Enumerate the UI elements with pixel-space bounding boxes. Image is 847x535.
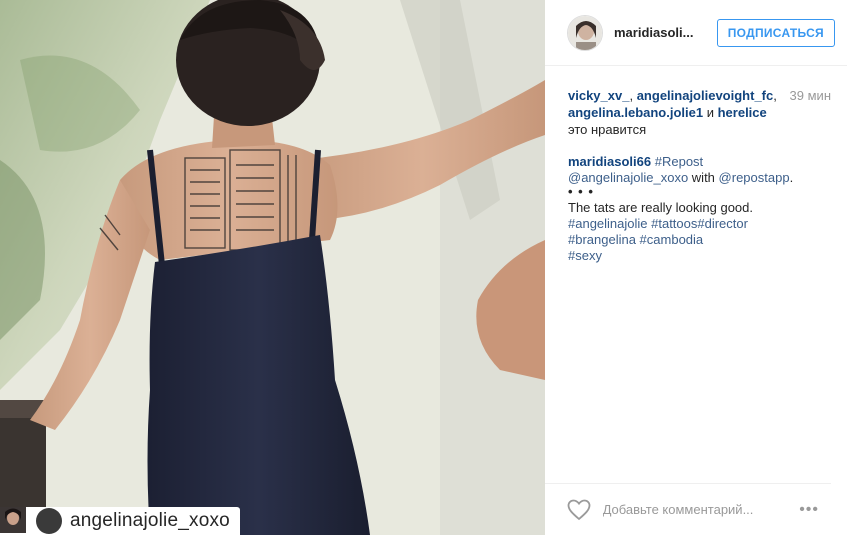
repost-source-username: angelinajolie_xoxo <box>70 510 230 531</box>
caption-text: The tats are really looking good. <box>568 200 753 215</box>
caption-dots: • • • <box>568 184 594 199</box>
hashtag-link[interactable]: #Repost <box>655 154 703 169</box>
likers-conjunction: и <box>706 105 714 120</box>
caption-text: with <box>691 170 715 185</box>
more-options-icon[interactable]: ••• <box>799 501 819 519</box>
post-header: maridiasoli... ПОДПИСАТЬСЯ <box>545 0 847 66</box>
post-side-panel: maridiasoli... ПОДПИСАТЬСЯ vicky_xv_, an… <box>545 0 847 535</box>
comment-input[interactable] <box>602 502 800 517</box>
liker-separator: , <box>629 88 634 103</box>
heart-icon[interactable] <box>567 498 593 522</box>
photo-illustration <box>0 0 545 535</box>
caption-author-link[interactable]: maridiasoli66 <box>568 154 651 169</box>
repost-source-avatar <box>0 507 62 534</box>
liker-separator: , <box>773 88 777 103</box>
liker-link[interactable]: vicky_xv_ <box>568 88 629 103</box>
liker-link[interactable]: angelina.lebano.jolie1 <box>568 105 703 120</box>
caption-line: maridiasoli66 #Repost <box>568 154 833 170</box>
hashtag-line[interactable]: #brangelina #cambodia <box>568 232 833 248</box>
liker-link[interactable]: angelinajolievoight_fc <box>637 88 774 103</box>
hashtag-line[interactable]: #sexy <box>568 248 833 264</box>
author-username[interactable]: maridiasoli... <box>614 25 706 40</box>
hashtag-line[interactable]: #angelinajolie #tattoos#director <box>568 216 833 232</box>
caption-line: @angelinajolie_xoxo with @repostapp. <box>568 170 833 186</box>
likes-section: vicky_xv_, angelinajolievoight_fc, angel… <box>545 66 847 138</box>
caption-text: . <box>789 170 794 185</box>
follow-button[interactable]: ПОДПИСАТЬСЯ <box>716 18 835 47</box>
mention-link[interactable]: @repostapp <box>719 170 790 185</box>
repost-credit-badge[interactable]: angelinajolie_xoxo <box>0 507 240 535</box>
post-photo[interactable]: angelinajolie_xoxo <box>0 0 545 535</box>
liker-link[interactable]: herelice <box>718 105 767 120</box>
author-avatar[interactable] <box>567 14 603 51</box>
likers-line: angelina.lebano.jolie1 и herelice <box>568 104 833 121</box>
comment-bar: ••• <box>545 483 831 535</box>
post-caption: maridiasoli66 #Repost @angelinajolie_xox… <box>545 138 847 264</box>
mention-link[interactable]: @angelinajolie_xoxo <box>568 170 688 185</box>
likes-suffix: это нравится <box>568 122 647 137</box>
post-timestamp[interactable]: 39 мин <box>790 87 831 104</box>
